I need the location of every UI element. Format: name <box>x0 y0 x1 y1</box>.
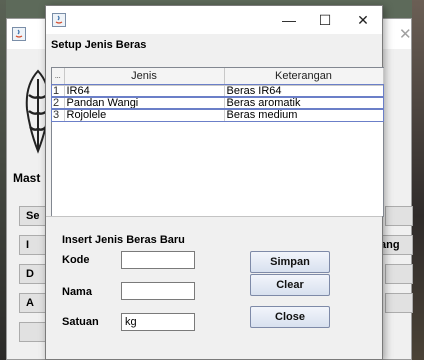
main-menu-button-9[interactable] <box>385 293 413 313</box>
java-app-icon <box>52 13 66 30</box>
column-header-row-number[interactable]: ... <box>52 68 65 86</box>
table-row[interactable]: 2 Pandan Wangi Beras aromatik <box>51 96 384 110</box>
column-header-keterangan[interactable]: Keterangan <box>224 68 384 86</box>
simpan-button[interactable]: Simpan <box>250 251 330 273</box>
divider <box>46 216 382 217</box>
row-number: 3 <box>52 109 65 122</box>
close-icon[interactable]: ✕ <box>352 10 374 30</box>
cell-keterangan[interactable]: Beras medium <box>224 109 384 122</box>
main-window-close-icon[interactable]: ✕ <box>399 25 412 43</box>
table-row[interactable]: 3 Rojolele Beras medium <box>51 108 384 122</box>
row-number: 1 <box>52 85 65 98</box>
kode-field[interactable] <box>121 251 195 269</box>
setup-jenis-beras-dialog: — ☐ ✕ Setup Jenis Beras ... Jenis Ketera… <box>45 5 384 360</box>
dialog-titlebar: — ☐ ✕ <box>46 6 382 34</box>
cell-keterangan[interactable]: Beras IR64 <box>224 85 384 98</box>
main-menu-button-8[interactable] <box>385 264 413 284</box>
jenis-beras-table[interactable]: ... Jenis Keterangan 1 IR64 Beras IR64 2… <box>51 67 384 217</box>
cell-jenis[interactable]: Rojolele <box>64 109 225 122</box>
satuan-field[interactable] <box>121 313 195 331</box>
cell-jenis[interactable]: IR64 <box>64 85 225 98</box>
main-menu-button-6[interactable] <box>385 206 413 226</box>
main-window-title: Mast <box>13 171 41 185</box>
java-app-icon <box>12 27 26 44</box>
clear-button[interactable]: Clear <box>250 274 330 296</box>
close-button[interactable]: Close <box>250 306 330 328</box>
maximize-icon[interactable]: ☐ <box>314 10 336 30</box>
cell-keterangan[interactable]: Beras aromatik <box>224 97 384 110</box>
column-header-jenis[interactable]: Jenis <box>64 68 225 86</box>
cell-jenis[interactable]: Pandan Wangi <box>64 97 225 110</box>
nama-label: Nama <box>62 286 92 298</box>
row-number: 2 <box>52 97 65 110</box>
dialog-heading: Setup Jenis Beras <box>51 39 147 51</box>
minimize-icon[interactable]: — <box>278 10 300 30</box>
nama-field[interactable] <box>121 282 195 300</box>
desktop-background-right <box>412 0 424 360</box>
satuan-label: Satuan <box>62 316 99 328</box>
kode-label: Kode <box>62 254 90 266</box>
table-row[interactable]: 1 IR64 Beras IR64 <box>51 84 384 98</box>
insert-form-title: Insert Jenis Beras Baru <box>62 234 185 246</box>
